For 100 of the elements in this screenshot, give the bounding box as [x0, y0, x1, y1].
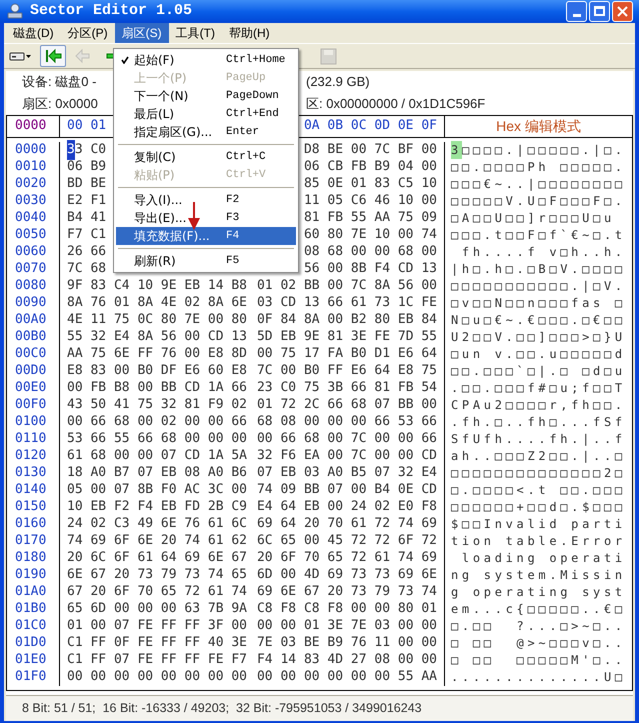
hex-bytes: 00 66 68 00 02 00 00 66 — [67, 413, 248, 432]
hex-bytes: 69 64 20 70 61 72 74 69 — [256, 515, 437, 534]
column-header: Hex 编辑模式 — [496, 116, 581, 136]
ascii-text: em...c{□□□□□..€□ — [451, 601, 626, 618]
hex-bytes: 3 C0 — [74, 141, 106, 160]
menu-item[interactable]: 扇区(S) — [114, 22, 169, 42]
column-header: 0A 0B 0C 0D 0E 0F — [304, 117, 437, 136]
row-offset: 0170 — [14, 532, 48, 550]
menu-item[interactable]: 分区(P) — [60, 22, 115, 42]
menu-item[interactable]: 工具(T) — [168, 22, 222, 42]
hex-bytes: 20 6F 70 65 72 61 74 69 — [256, 549, 437, 568]
menu-item[interactable]: 帮助(H) — [222, 22, 277, 42]
hex-bytes: 01 02 BB 00 7C 8A 56 00 — [256, 277, 437, 296]
hex-bytes: C1 FF 07 FE FF FF FE F7 — [67, 651, 248, 670]
ascii-text: ..............U□ — [451, 669, 626, 686]
row-offset: 0160 — [14, 515, 48, 534]
ascii-text: □ □□ □□□□□M'□.. — [451, 652, 626, 669]
minimize-button[interactable] — [566, 0, 587, 22]
hex-bytes: F4 14 83 4D 27 08 00 00 — [256, 651, 437, 670]
row-offset: 0080 — [14, 277, 48, 296]
ascii-text: □□□□□V.U□F□□□F□. — [451, 193, 626, 210]
row-offset: 01E0 — [14, 651, 48, 670]
menu-item[interactable]: 填充数据(F)... F4 — [116, 227, 296, 245]
check-icon — [121, 56, 129, 64]
row-offset: 0040 — [14, 209, 48, 228]
hex-bytes: 8A 76 01 8A 4E 02 8A 6E — [67, 294, 248, 312]
hex-bytes: 9F 83 C4 10 9E EB 14 B8 — [67, 277, 248, 296]
hex-bytes: 69 6E 67 20 73 79 73 74 — [256, 583, 437, 602]
menu-item[interactable]: 下一个(N) PageDown — [116, 87, 296, 105]
menu-item[interactable]: 刷新(R) F5 — [116, 252, 296, 270]
hex-bytes: 6E 67 20 73 79 73 74 65 — [67, 566, 248, 584]
row-offset: 0020 — [14, 175, 48, 194]
row-offset: 01F0 — [14, 668, 48, 686]
menu-item[interactable]: 复制(C) Ctrl+C — [116, 148, 296, 166]
first-page-icon[interactable] — [40, 44, 66, 66]
hex-bytes: 18 A0 B7 07 EB 08 A0 B6 — [67, 464, 248, 482]
hex-bytes: 07 EB 03 A0 B5 07 32 E4 — [256, 464, 437, 482]
hex-bytes: 01 00 07 FE FF FF 3F 00 — [67, 617, 248, 636]
hex-bytes: 01 72 2C 66 68 07 BB 00 — [256, 396, 437, 414]
pointer-arrow-icon — [186, 202, 202, 230]
row-offset: 01A0 — [14, 583, 48, 602]
hex-bytes: 00 66 68 00 7C 00 00 66 — [256, 430, 437, 448]
menu-item[interactable]: 最后(L) Ctrl+End — [116, 105, 296, 123]
menu-item[interactable]: 导入(I)... F2 — [116, 191, 296, 209]
hex-bytes: 6C 65 00 45 72 72 6F 72 — [256, 532, 437, 550]
row-offset: 0110 — [14, 430, 48, 448]
ascii-text: □□.□□□□Ph □□□□□. — [451, 159, 626, 176]
ascii-text: □ □□ @>~□□□v□.. — [451, 635, 626, 652]
hex-bytes: E4 64 EB 00 24 02 E0 F8 — [256, 498, 437, 516]
row-offset: 0190 — [14, 566, 48, 584]
hex-bytes: 65 6D 00 00 00 63 7B 9A — [67, 600, 248, 618]
ascii-text: □.□□□□<.t □□.□□□ — [451, 482, 626, 499]
hex-bytes: F7 C1 — [67, 226, 106, 244]
ascii-text: □□□□□□□□□□□.|□V. — [451, 278, 626, 295]
hex-bytes: 55 32 E4 8A 56 00 CD 13 — [67, 328, 248, 346]
row-offset: 01D0 — [14, 634, 48, 652]
text-cursor: 3 — [451, 141, 462, 159]
row-offset: 0060 — [14, 243, 48, 262]
row-offset: 00B0 — [14, 328, 48, 346]
row-offset: 0180 — [14, 549, 48, 568]
ascii-text: tion table.Error — [451, 533, 626, 550]
row-offset: 0010 — [14, 158, 48, 176]
maximize-button[interactable] — [589, 0, 610, 22]
ascii-text: loading operati — [460, 550, 626, 567]
ascii-text: □□□□□□+□□d□.$□□□ — [451, 499, 626, 516]
hex-bytes: 60 80 7E 10 00 74 — [304, 226, 437, 244]
hex-bytes: 5D EB 9E 81 3E FE 7D 55 — [256, 328, 437, 346]
hex-bytes: 61 68 00 00 07 CD 1A 5A — [67, 447, 248, 466]
ascii-text: g operating syst — [451, 584, 626, 601]
ascii-text: |h□.h□.□B□V.□□□□ — [451, 261, 626, 278]
hex-bytes: 53 66 55 66 68 00 00 00 — [67, 430, 248, 448]
hex-bytes: AA 75 6E FF 76 00 E8 8D — [67, 345, 248, 364]
hex-bytes: 7E 03 BE B9 76 11 00 00 — [256, 634, 437, 652]
close-button[interactable] — [612, 0, 633, 22]
row-offset: 00E0 — [14, 379, 48, 398]
ascii-text: N□u□€~.€□□□.□€□□ — [451, 312, 626, 329]
ascii-text: □.□□ ?...□>~□.. — [451, 618, 626, 635]
hex-bytes: E8 83 00 B0 DF E6 60 E8 — [67, 362, 248, 380]
sector-label: 扇区: 0x0000 — [22, 96, 98, 111]
row-offset: 0100 — [14, 413, 48, 432]
menu-item[interactable]: 磁盘(D) — [6, 22, 61, 42]
hex-bytes: BD BE — [67, 175, 106, 194]
menu-item[interactable]: 指定扇区(G)... Enter — [116, 123, 296, 141]
row-offset: 0090 — [14, 294, 48, 312]
ascii-text: U2□□V.□□]□□□>□}U — [451, 329, 626, 346]
hex-bytes: 00 FB B8 00 BB CD 1A 66 — [67, 379, 248, 398]
hex-bytes: 32 F6 EA 00 7C 00 00 CD — [256, 447, 437, 466]
ascii-text: □v□□N□□n□□□fas □ — [451, 295, 626, 312]
row-offset: 0150 — [14, 498, 48, 516]
app-icon — [6, 2, 24, 20]
ascii-text: $□□Invalid parti — [451, 516, 626, 533]
row-offset: 0000 — [14, 141, 48, 160]
hex-bytes: 7C 68 — [67, 260, 106, 278]
row-offset: 0130 — [14, 464, 48, 482]
menu-item[interactable]: 起始(F) Ctrl+Home — [116, 51, 296, 69]
row-offset: 01B0 — [14, 600, 48, 618]
row-offset: 00D0 — [14, 362, 48, 380]
hex-bytes: 85 0E 01 83 C5 10 — [304, 175, 437, 194]
menu-item[interactable]: 导出(E)... F3 — [116, 209, 296, 227]
hex-bytes: 00 00 00 00 00 00 55 AA — [256, 668, 437, 686]
